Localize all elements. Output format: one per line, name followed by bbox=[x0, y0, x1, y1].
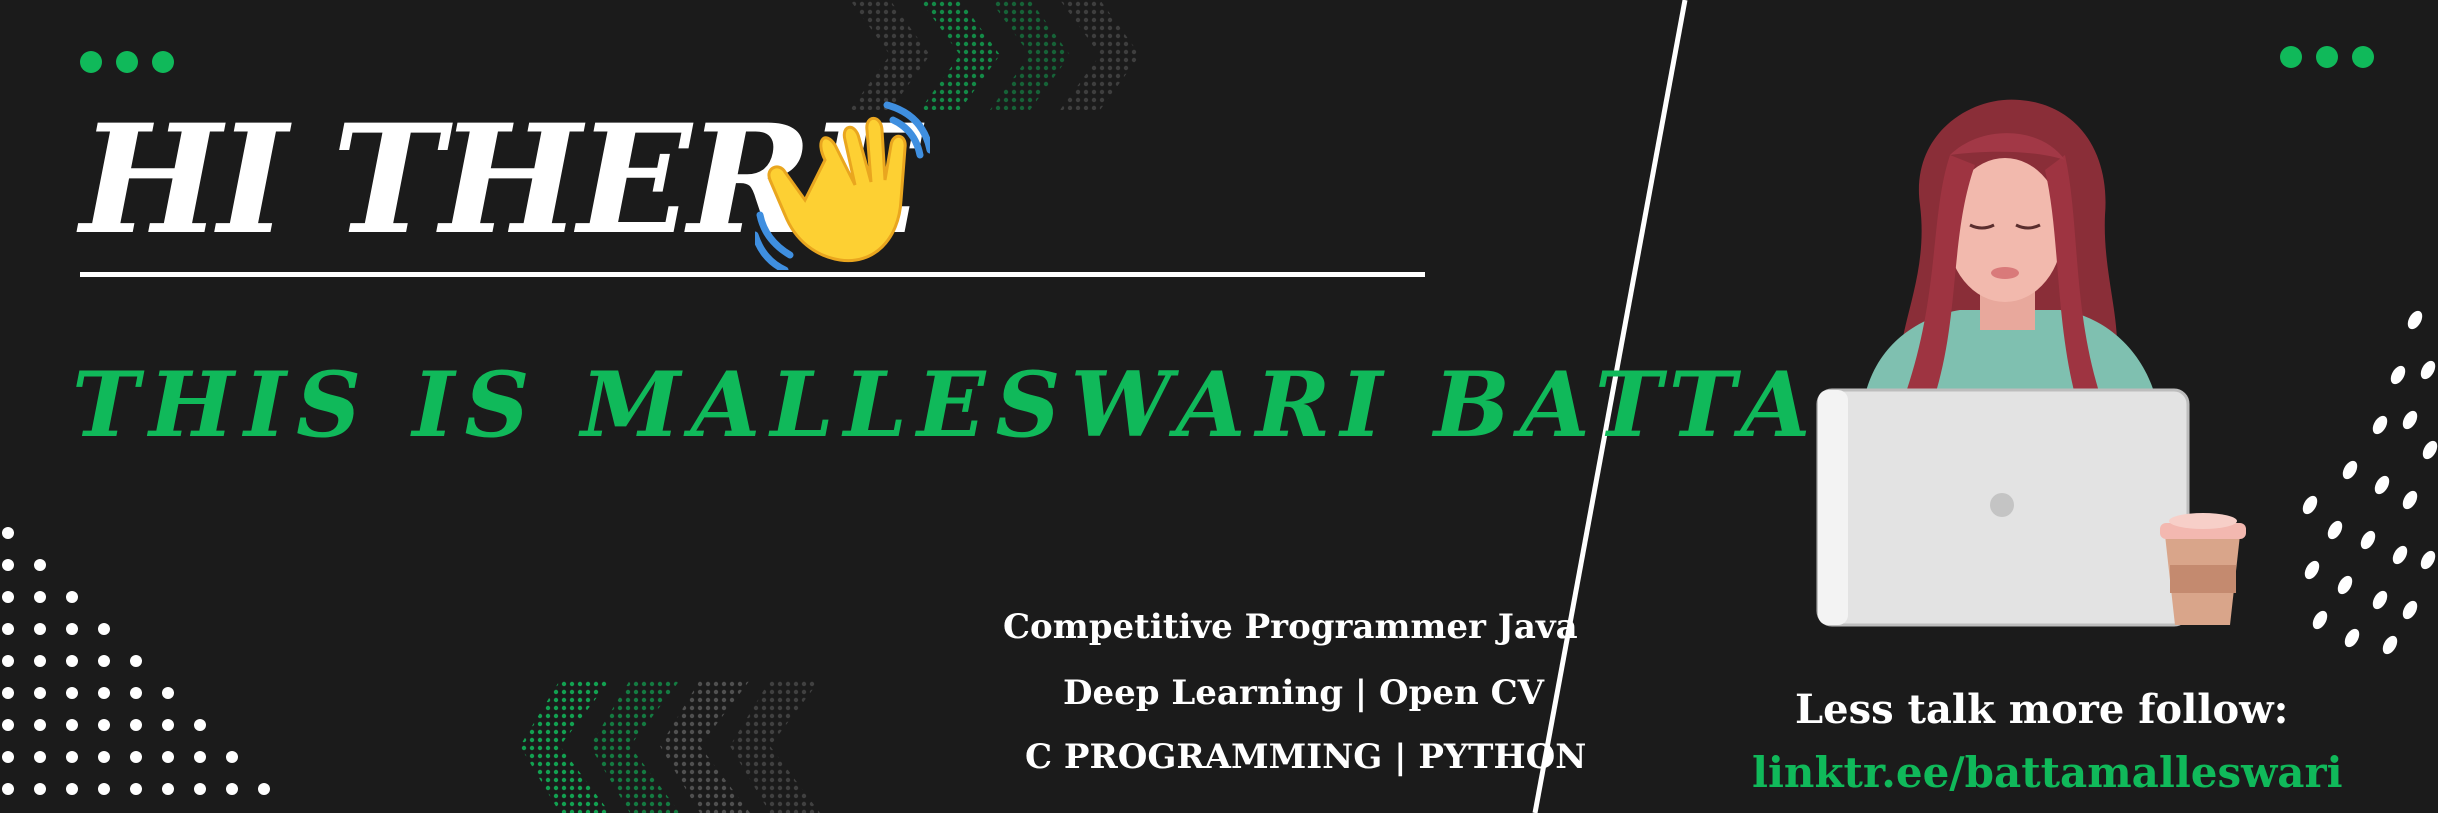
skill-line-2: Deep Learning | Open CV bbox=[1063, 673, 1545, 713]
skill-line-1: Competitive Programmer Java bbox=[1003, 607, 1578, 647]
woman-with-laptop-illustration bbox=[1816, 99, 2246, 627]
intro-name: THIS IS MALLESWARI BATTA bbox=[72, 352, 1821, 458]
heading-underline bbox=[80, 272, 1425, 277]
dots-decoration-left bbox=[2, 527, 270, 795]
skill-line-3: C PROGRAMMING | PYTHON bbox=[1025, 737, 1587, 777]
follow-cta: Less talk more follow: bbox=[1795, 686, 2289, 733]
dashes-decoration-right bbox=[2302, 310, 2438, 655]
linktree-link[interactable]: linktr.ee/battamalleswari bbox=[1752, 752, 2343, 794]
chevrons-decoration-bottom bbox=[520, 680, 820, 813]
waving-hand-icon bbox=[755, 101, 930, 270]
three-dots-icon-right bbox=[2280, 46, 2374, 68]
three-dots-icon-left bbox=[80, 51, 174, 73]
